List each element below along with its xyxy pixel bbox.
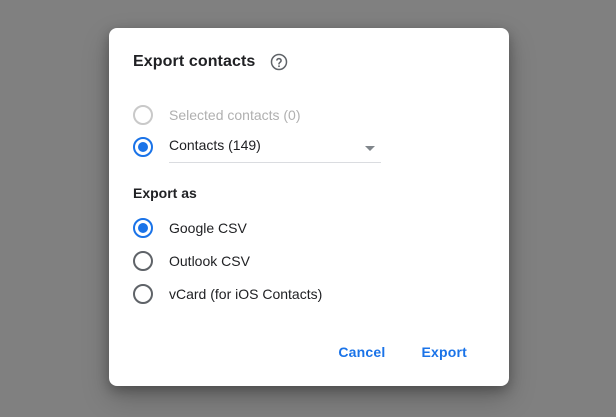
export-button[interactable]: Export [421,344,467,360]
dialog-header: Export contacts [133,51,288,73]
selected-contacts-radio [133,105,153,125]
dropdown-arrow-icon [365,146,375,151]
outlook-csv-radio[interactable] [133,251,153,271]
export-option-google-csv[interactable]: Google CSV [133,217,247,239]
export-option-vcard[interactable]: vCard (for iOS Contacts) [133,283,322,305]
help-circle-icon[interactable] [270,53,288,71]
vcard-radio[interactable] [133,284,153,304]
google-csv-label[interactable]: Google CSV [169,220,247,236]
selected-contacts-label: Selected contacts (0) [169,107,301,123]
contacts-radio[interactable] [133,137,153,157]
export-contacts-dialog: Export contacts Selected contacts (0) Co… [109,28,509,386]
cancel-button[interactable]: Cancel [338,344,385,360]
google-csv-radio[interactable] [133,218,153,238]
source-option-contacts[interactable] [133,136,153,158]
source-option-selected: Selected contacts (0) [133,104,301,126]
contacts-group-select[interactable]: Contacts (149) [169,134,381,163]
export-as-heading: Export as [133,185,197,201]
dialog-title: Export contacts [133,53,256,70]
dialog-actions: Cancel Export [338,344,467,360]
outlook-csv-label[interactable]: Outlook CSV [169,253,250,269]
export-option-outlook-csv[interactable]: Outlook CSV [133,250,250,272]
vcard-label[interactable]: vCard (for iOS Contacts) [169,286,322,302]
contacts-select-value: Contacts (149) [169,137,261,153]
